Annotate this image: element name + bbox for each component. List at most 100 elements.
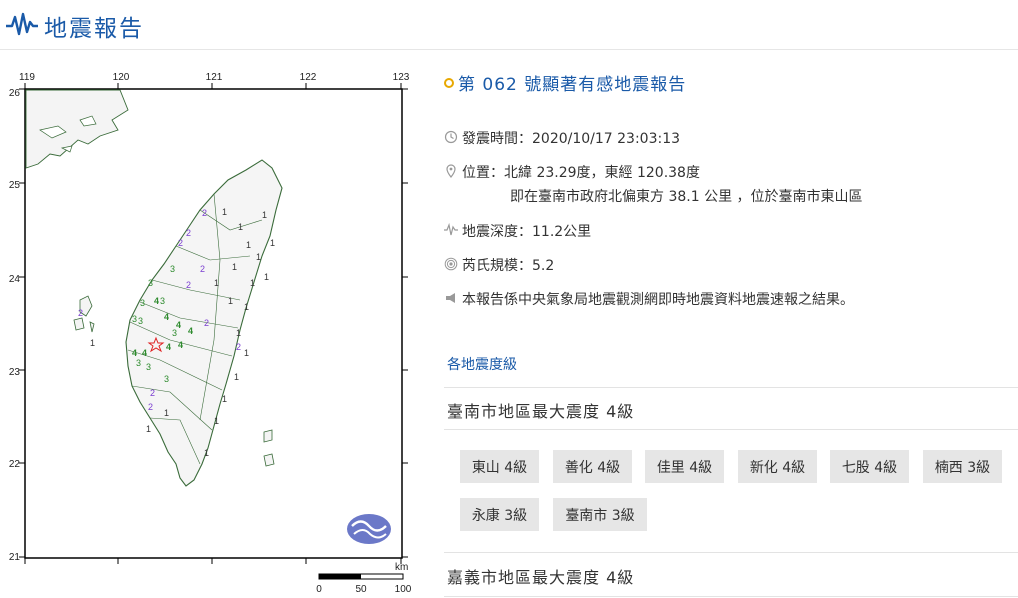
intensity-2: 2 [150, 388, 155, 398]
intensity-1: 1 [264, 272, 269, 282]
intensity-3: 3 [132, 314, 137, 324]
intensity-1: 1 [214, 416, 219, 426]
intensity-1: 1 [270, 238, 275, 248]
lon-tick: 120 [113, 72, 130, 83]
location-coordinates: 位置：北緯 23.29度，東經 120.38度 [462, 165, 700, 181]
seismic-wave-icon [6, 12, 38, 36]
magnitude: 芮氏規模：5.2 [462, 258, 555, 274]
intensity-1: 1 [238, 222, 243, 232]
cwb-logo [347, 514, 391, 544]
divider [444, 552, 1018, 553]
lat-tick: 24 [9, 274, 21, 285]
intensity-1: 1 [146, 424, 151, 434]
intensity-1: 1 [246, 240, 251, 250]
origin-time-row: 發震時間：2020/10/17 23:03:13 [444, 128, 680, 148]
intensity-3: 3 [170, 264, 175, 274]
intensity-4: 4 [142, 348, 147, 358]
intensity-2: 2 [186, 228, 191, 238]
lat-tick: 22 [9, 459, 21, 470]
divider [444, 387, 1018, 388]
lon-tick: 122 [300, 72, 317, 83]
intensity-3: 3 [146, 362, 151, 372]
map-canvas: 119 120 121 122 123 26 25 24 23 22 21 1 … [9, 72, 412, 595]
intensity-1: 1 [236, 328, 241, 338]
magnitude-row: 芮氏規模：5.2 [444, 255, 554, 275]
report-note: 本報告係中央氣象局地震觀測網即時地震資料地震速報之結果。 [462, 292, 854, 308]
page-title: 地震報告 [44, 16, 144, 42]
intensity-3: 3 [138, 316, 143, 326]
intensity-2: 2 [200, 264, 205, 274]
station-chip: 楠西 3級 [923, 450, 1002, 483]
intensity-3: 3 [164, 374, 169, 384]
intensity-1: 1 [250, 278, 255, 288]
chiayi-region-header[interactable]: 嘉義市地區最大震度 4級 [447, 564, 634, 588]
tainan-region-header[interactable]: 臺南市地區最大震度 4級 [447, 398, 634, 422]
station-chip: 七股 4級 [830, 450, 909, 483]
intensity-1: 1 [232, 262, 237, 272]
lon-tick: 119 [19, 72, 35, 83]
intensity-3: 3 [148, 278, 153, 288]
intensity-2: 2 [202, 208, 207, 218]
station-chip: 佳里 4級 [645, 450, 724, 483]
intensity-1: 1 [244, 302, 249, 312]
intensity-4: 4 [188, 326, 193, 336]
intensity-section-title: 各地震度級 [447, 357, 517, 373]
bullet-circle-icon [444, 77, 454, 88]
intensity-3: 3 [136, 358, 141, 368]
intensity-2: 2 [186, 280, 191, 290]
location-row: 位置：北緯 23.29度，東經 120.38度 即在臺南市政府北偏東方 38.1… [444, 162, 863, 205]
station-chip: 新化 4級 [738, 450, 817, 483]
note-row: 本報告係中央氣象局地震觀測網即時地震資料地震速報之結果。 [444, 289, 854, 309]
intensity-2: 2 [78, 308, 83, 318]
origin-time: 發震時間：2020/10/17 23:03:13 [462, 131, 681, 147]
intensity-4: 4 [178, 340, 183, 350]
focal-depth: 地震深度：11.2公里 [462, 224, 592, 240]
scale-label: 100 [395, 584, 412, 595]
lon-tick: 121 [206, 72, 223, 83]
lat-tick: 21 [9, 552, 21, 563]
megaphone-icon [446, 293, 455, 303]
intensity-3: 3 [160, 296, 165, 306]
clock-icon [444, 130, 458, 144]
intensity-1: 1 [214, 278, 219, 288]
intensity-1: 1 [234, 372, 239, 382]
intensity-4: 4 [154, 296, 159, 306]
intensity-1: 1 [244, 348, 249, 358]
location-detail: 即在臺南市政府北偏東方 38.1 公里 ，位於臺南市東山區 [510, 189, 863, 205]
station-chip: 東山 4級 [460, 450, 539, 483]
intensity-2: 2 [148, 402, 153, 412]
report-title-text: 第 062 號顯著有感地震報告 [458, 75, 687, 95]
lon-tick: 123 [393, 72, 410, 83]
scale-label: 50 [355, 584, 367, 595]
ripple-icon [444, 257, 458, 271]
intensity-1: 1 [222, 207, 227, 217]
intensity-2: 2 [236, 342, 241, 352]
scale-label: 0 [316, 584, 322, 595]
intensity-3: 3 [140, 298, 145, 308]
report-title: 第 062 號顯著有感地震報告 [444, 70, 686, 95]
map-scale-bar: km 0 50 100 [316, 562, 412, 595]
map-pin-icon [446, 164, 456, 178]
intensity-2: 2 [204, 318, 209, 328]
intensity-4: 4 [176, 320, 181, 330]
divider [444, 596, 1018, 597]
station-chip: 永康 3級 [460, 498, 539, 531]
intensity-4: 4 [166, 342, 171, 352]
station-chip: 善化 4級 [553, 450, 632, 483]
depth-row: 地震深度：11.2公里 [444, 221, 591, 241]
lat-tick: 26 [9, 88, 21, 99]
page-header: 地震報告 [0, 0, 1018, 50]
intensity-1: 1 [164, 408, 169, 418]
seismograph-icon [444, 223, 458, 236]
intensity-1: 1 [262, 210, 267, 220]
scale-unit: km [395, 562, 408, 573]
intensity-map: 119 120 121 122 123 26 25 24 23 22 21 1 … [0, 60, 430, 598]
intensity-1: 1 [222, 394, 227, 404]
lat-tick: 23 [9, 367, 21, 378]
intensity-4: 4 [132, 348, 137, 358]
offshore-island-intensity: 1 [90, 338, 95, 348]
divider [444, 429, 1018, 430]
intensity-4: 4 [164, 312, 169, 322]
lat-tick: 25 [9, 180, 21, 191]
intensity-1: 1 [204, 448, 209, 458]
